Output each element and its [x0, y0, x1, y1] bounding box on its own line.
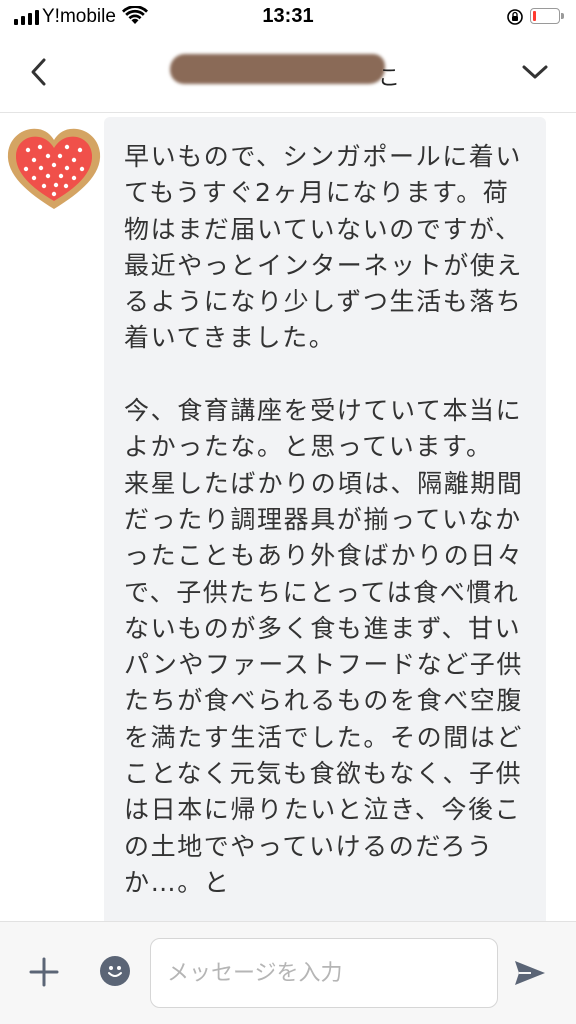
battery-level — [533, 11, 536, 21]
message-input[interactable] — [150, 938, 498, 1008]
message-input-bar — [0, 921, 576, 1024]
message-text: 早いもので、シンガポールに着いてもうすぐ2ヶ月になります。荷物はまだ届いていない… — [124, 142, 524, 897]
send-icon[interactable] — [513, 958, 547, 988]
chat-header: こ — [0, 34, 576, 113]
redacted-chat-title — [170, 54, 385, 84]
status-bar: Y!mobile 13:31 — [0, 0, 576, 34]
message-bubble[interactable]: 早いもので、シンガポールに着いてもうすぐ2ヶ月になります。荷物はまだ届いていない… — [104, 117, 546, 921]
back-button[interactable] — [24, 54, 54, 90]
orientation-lock-icon — [507, 9, 523, 25]
smiley-icon[interactable] — [100, 956, 130, 986]
battery-icon — [530, 8, 564, 24]
chat-screen: Y!mobile 13:31 こ 早いもので、シンガポールに着いてもうすぐ2ヶ月… — [0, 0, 576, 1024]
plus-icon[interactable] — [28, 956, 60, 988]
message-list[interactable]: 早いもので、シンガポールに着いてもうすぐ2ヶ月になります。荷物はまだ届いていない… — [0, 113, 576, 921]
chat-title-visible-part: こ — [378, 66, 401, 91]
sender-avatar[interactable] — [4, 123, 104, 213]
status-time: 13:31 — [262, 5, 314, 27]
collapse-menu-button[interactable] — [518, 58, 552, 86]
